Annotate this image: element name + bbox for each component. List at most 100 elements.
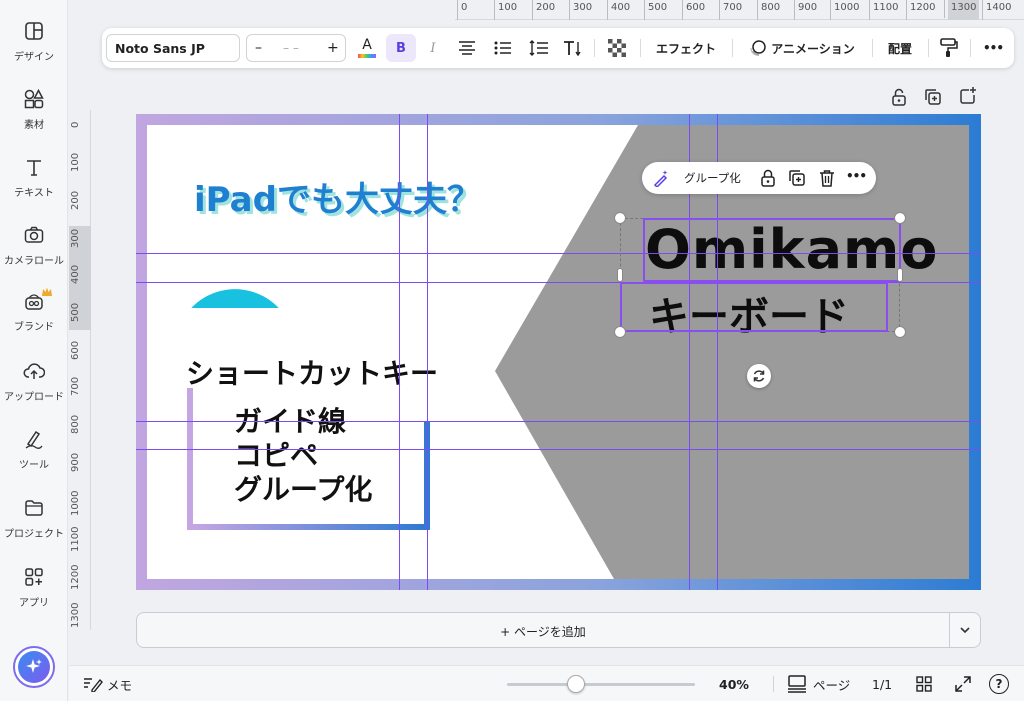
magic-assistant-button[interactable] [13,646,55,688]
sidebar-item-design[interactable]: デザイン [0,20,68,63]
transparency-button[interactable] [604,28,630,68]
sidebar-item-camera-roll[interactable]: カメラロール [0,224,68,267]
grid-view-icon [916,676,932,692]
wifi-fan-icon[interactable] [181,240,289,316]
add-page-icon[interactable] [958,86,978,106]
sidebar-item-upload[interactable]: アップロード [0,360,68,403]
text-direction-button[interactable] [560,28,586,68]
ruler-tick: 300 [70,228,81,248]
copy-style-button[interactable] [936,28,962,68]
chevron-down-icon [960,627,970,634]
toolbar-divider [594,39,595,57]
expand-icon [955,676,971,692]
notes-button[interactable]: メモ [83,666,132,701]
font-size-increase-button[interactable]: + [327,40,339,56]
resize-handle[interactable] [614,326,626,338]
canvas-title[interactable]: iPadでも大丈夫？ [194,172,481,221]
ruler-tick: 0 [70,121,81,128]
rotate-handle[interactable] [747,364,771,388]
rainbow-swatch-icon [358,54,376,58]
resize-handle[interactable] [897,268,903,282]
lock-icon[interactable] [760,169,776,187]
guide-line[interactable] [136,449,981,450]
ruler-tick: 200 [531,0,556,20]
elements-icon [24,88,44,109]
list-button[interactable] [490,28,516,68]
font-size-input[interactable]: – – [283,41,299,55]
trash-icon[interactable] [819,169,835,187]
toolbar-divider [928,39,929,57]
bottom-bar: メモ 40% ページ 1/1 ? [69,665,1024,701]
unlock-icon[interactable] [890,88,908,106]
duplicate-icon[interactable] [788,169,806,187]
sidebar-item-label: アプリ [19,598,49,609]
guide-line[interactable] [427,114,428,590]
italic-button[interactable]: I [422,28,444,68]
bottombar-divider [773,676,774,692]
text-color-letter: A [362,37,372,53]
shortcut-heading[interactable]: ショートカットキー [186,352,438,392]
transparency-icon [608,39,626,57]
folder-icon [25,500,43,516]
ruler-tick: 700 [718,0,743,20]
sidebar-item-elements[interactable]: 素材 [0,88,68,131]
rotate-icon [753,370,765,382]
page-count: 1/1 [872,676,893,692]
guide-line[interactable] [399,114,400,590]
ruler-tick: 500 [643,0,668,20]
notes-label: メモ [107,677,133,693]
apps-icon [25,568,43,586]
zoom-slider[interactable] [507,683,695,686]
add-page-options-button[interactable] [949,613,981,647]
ruler-tick: 1200 [905,0,936,20]
selection-box [643,218,901,282]
ruler-tick: 800 [756,0,781,20]
align-center-button[interactable] [454,28,480,68]
zoom-level[interactable]: 40% [719,666,749,701]
spacing-button[interactable] [526,28,552,68]
animation-button[interactable]: アニメーション [742,28,862,68]
ruler-tick: 500 [70,302,81,322]
sidebar-item-text[interactable]: テキスト [0,156,68,199]
sidebar-item-label: アップロード [4,392,64,403]
pages-button[interactable]: ページ [787,666,850,701]
font-size-decrease-button[interactable]: – [255,40,262,56]
sidebar-item-apps[interactable]: アプリ [0,566,68,609]
help-icon: ? [989,674,1009,694]
selection-box [620,282,888,332]
ruler-tick: 1100 [70,526,81,552]
paint-roller-icon [940,38,958,57]
resize-handle[interactable] [894,212,906,224]
magic-edit-icon[interactable] [652,169,670,187]
horizontal-ruler: 0 100 200 300 400 500 600 700 800 900 10… [455,0,1024,20]
sidebar-item-tools[interactable]: ツール [0,428,68,471]
guide-line[interactable] [136,421,981,422]
fullscreen-button[interactable] [955,666,971,701]
ruler-tick: 100 [493,0,518,20]
sidebar-item-brand[interactable]: ブランド [0,287,68,333]
resize-handle[interactable] [894,326,906,338]
ruler-tick: 0 [456,0,468,20]
sidebar-item-label: カメラロール [4,256,64,267]
font-family-select[interactable]: Noto Sans JP [106,34,240,62]
group-button[interactable]: グループ化 [684,170,741,186]
bold-button[interactable]: B [386,34,416,62]
text-color-button[interactable]: A [356,28,378,68]
sidebar-item-label: デザイン [14,52,54,63]
toolbar-divider [970,39,971,57]
more-options-button[interactable]: ••• [978,28,1008,68]
sidebar-item-projects[interactable]: プロジェクト [0,497,68,540]
list-item[interactable]: グループ化 [234,468,372,508]
effects-button[interactable]: エフェクト [650,28,722,68]
resize-handle[interactable] [614,212,626,224]
help-button[interactable]: ? [989,666,1009,701]
position-button[interactable]: 配置 [880,28,920,68]
resize-handle[interactable] [617,268,623,282]
more-options-button[interactable]: ••• [846,169,867,183]
add-page-button[interactable]: + ページを追加 [137,623,949,640]
duplicate-page-icon[interactable] [924,88,942,106]
ruler-tick: 600 [681,0,706,20]
grid-view-button[interactable] [916,666,932,701]
zoom-slider-thumb[interactable] [567,675,585,693]
upload-icon [23,363,45,379]
